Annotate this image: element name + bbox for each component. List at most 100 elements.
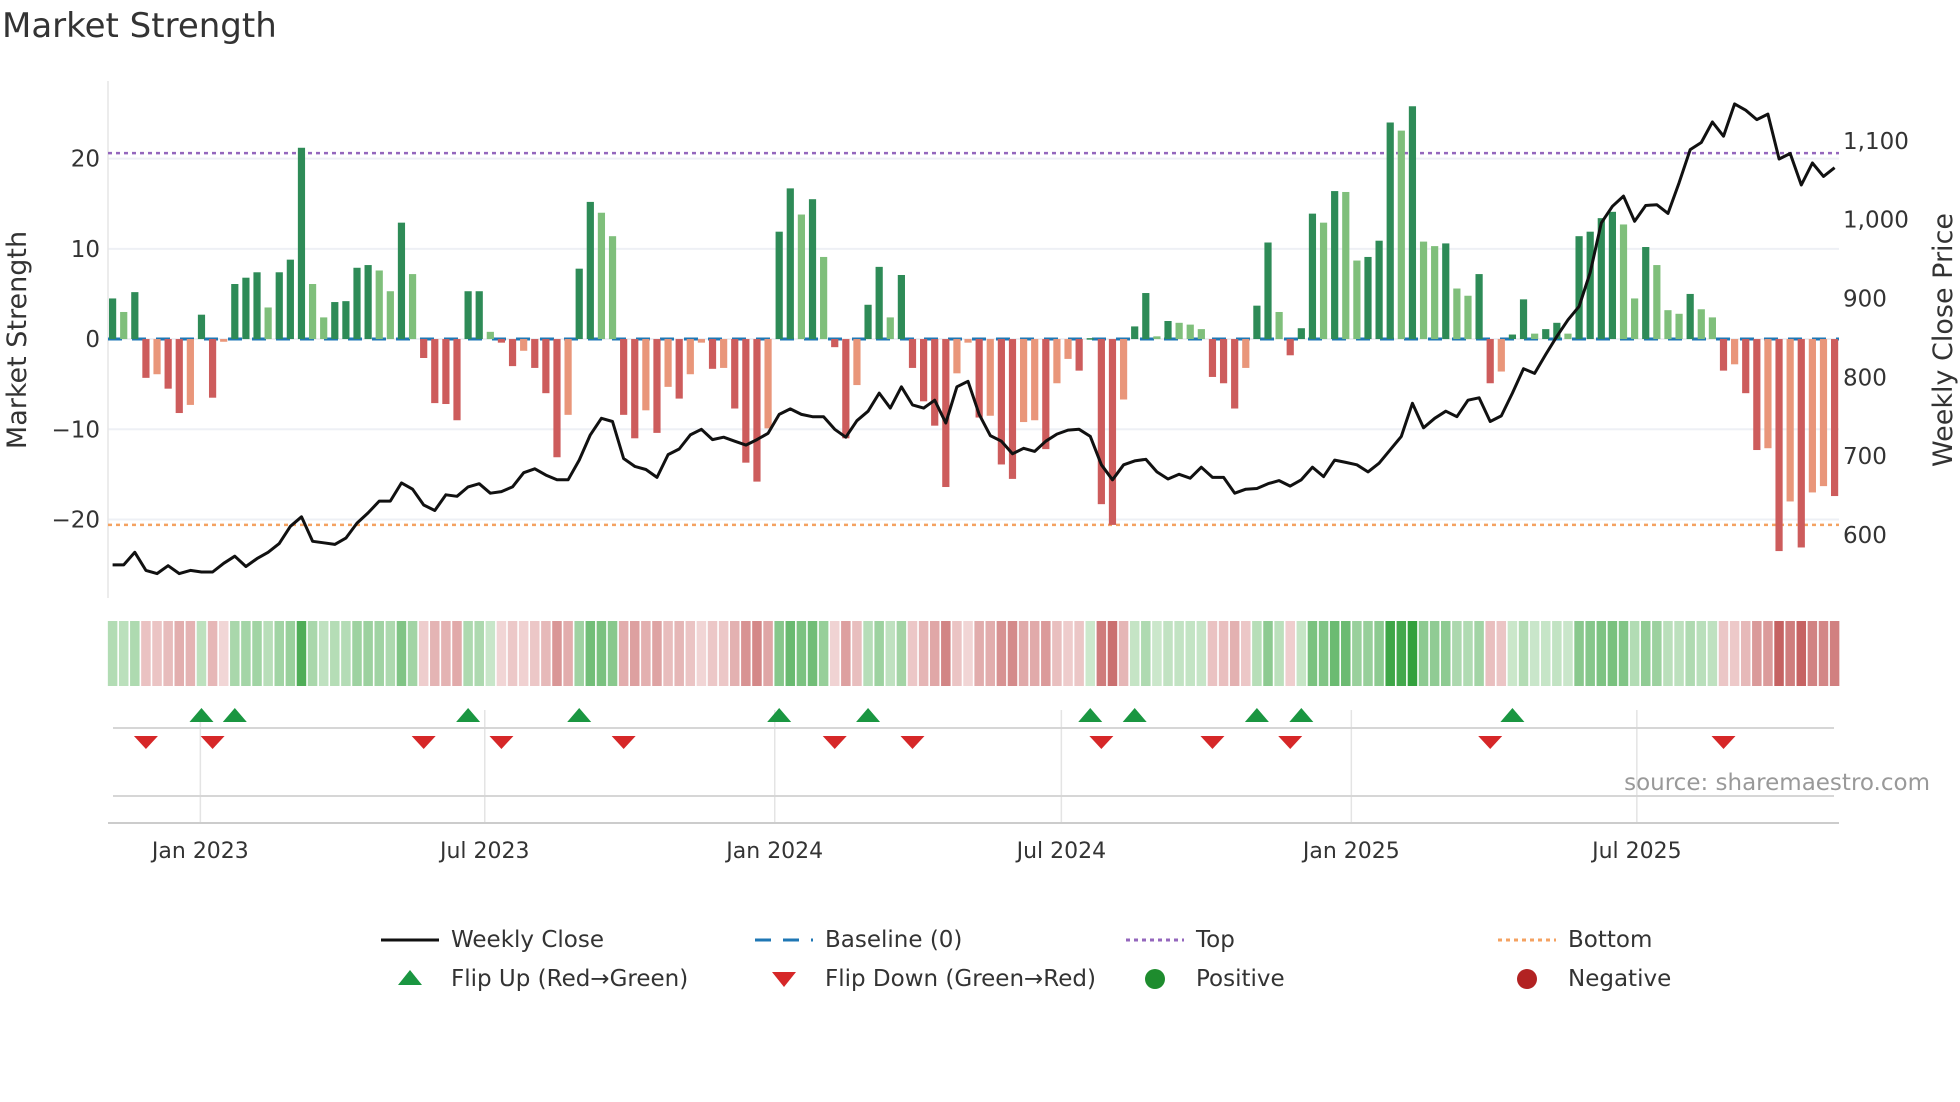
strength-bar (720, 339, 728, 368)
strength-bar (1231, 339, 1239, 409)
strength-heat-cell (1063, 621, 1073, 686)
strength-heat-cell (1318, 621, 1329, 686)
strength-heat-cell (241, 621, 251, 686)
flip-down-marker (200, 736, 225, 749)
strength-bar (1675, 313, 1683, 340)
legend-positive-icon (1145, 969, 1165, 989)
strength-bar (109, 298, 117, 340)
strength-heat-cell (230, 621, 240, 686)
strength-heat-cell (774, 621, 784, 686)
strength-heat-cell (907, 621, 918, 686)
strength-heat-cell (496, 621, 507, 686)
strength-bar (1031, 339, 1039, 421)
strength-bar (242, 277, 250, 340)
strength-bar (1153, 336, 1161, 340)
strength-heat-cell (996, 621, 1007, 686)
strength-bar (464, 291, 472, 340)
x-tick-label: Jan 2023 (150, 839, 249, 864)
flip-up-marker (1500, 708, 1525, 722)
y2-tick-label: 800 (1843, 365, 1887, 391)
strength-heat-cell (363, 621, 373, 686)
strength-heat-cell (896, 621, 907, 686)
strength-bar (520, 339, 528, 351)
strength-heat-cell (1829, 621, 1840, 686)
strength-bar (1797, 339, 1805, 548)
strength-heat-cell (107, 621, 118, 686)
strength-bar (1608, 211, 1617, 340)
strength-bar (197, 314, 206, 340)
strength-bar (442, 339, 450, 405)
y2-axis-label: Weekly Close Price (1928, 213, 1959, 467)
y2-tick-label: 1,000 (1843, 208, 1909, 234)
strength-bar (1786, 339, 1794, 502)
legend-flip-down-icon (772, 972, 796, 987)
strength-heat-cell (696, 621, 707, 686)
strength-bar (386, 291, 394, 340)
strength-heat-cell (1363, 621, 1373, 686)
x-tick-label: Jul 2023 (438, 839, 530, 864)
strength-heat-cell (1485, 621, 1495, 686)
strength-bar (1453, 288, 1461, 340)
strength-heat-cell (1463, 621, 1473, 686)
strength-heat-cell (1341, 621, 1351, 686)
strength-heat-cell (785, 621, 796, 686)
strength-heat-cell (1174, 621, 1184, 686)
strength-heat-cell (385, 621, 396, 686)
strength-heat-cell (841, 621, 851, 686)
strength-bar (897, 274, 905, 340)
strength-bar (1353, 260, 1361, 340)
strength-heat-cell (641, 621, 651, 686)
strength-heat-cell (652, 621, 662, 686)
strength-bar (1731, 339, 1739, 365)
strength-bar (275, 272, 283, 340)
strength-heat-cell (1252, 621, 1262, 686)
strength-heat-cell (330, 621, 340, 686)
strength-heat-cell (285, 621, 296, 686)
strength-heat-cell (1474, 621, 1484, 686)
strength-heat-cell (407, 621, 418, 686)
strength-bar (931, 339, 939, 426)
strength-heat-cell (941, 621, 951, 686)
strength-heat-cell (1507, 621, 1518, 686)
strength-bar (175, 339, 183, 414)
strength-bar (1264, 242, 1272, 340)
strength-bar (131, 292, 139, 340)
strength-heat-cell (718, 621, 729, 686)
strength-heat-cell (1296, 621, 1307, 686)
strength-heat-cell (1818, 621, 1829, 686)
strength-bar (1819, 339, 1828, 487)
strength-bar (364, 265, 372, 340)
strength-heat-cell (1518, 621, 1529, 686)
strength-heat-cell (1396, 621, 1407, 686)
strength-bar (642, 339, 650, 411)
strength-bar (208, 339, 217, 398)
strength-heat-cell (452, 621, 462, 686)
strength-heat-cell (485, 621, 496, 686)
strength-bar (1442, 243, 1450, 340)
strength-heat-cell (563, 621, 573, 686)
flip-down-marker (489, 736, 514, 749)
strength-bar (308, 284, 317, 340)
strength-heat-cell (1674, 621, 1684, 686)
strength-heat-cell (585, 621, 596, 686)
flip-down-marker (611, 736, 636, 749)
strength-bar (708, 339, 717, 369)
strength-heat-cell (1796, 621, 1807, 686)
strength-bar (908, 339, 917, 368)
strength-bar (420, 339, 428, 358)
strength-heat-cell (541, 621, 551, 686)
strength-bar (1097, 339, 1105, 505)
strength-bar (1375, 240, 1383, 340)
strength-bar (664, 339, 672, 387)
strength-heat-cell (874, 621, 884, 686)
legend-label: Negative (1568, 966, 1672, 992)
strength-bar (297, 147, 306, 340)
strength-bar (1697, 309, 1705, 340)
strength-heat-cell (1785, 621, 1795, 686)
strength-heat-cell (1441, 621, 1451, 686)
strength-bar (531, 339, 539, 368)
strength-heat-cell (1129, 621, 1140, 686)
flip-down-marker (1711, 736, 1736, 749)
strength-bar (675, 339, 683, 399)
strength-heat-cell (1696, 621, 1707, 686)
